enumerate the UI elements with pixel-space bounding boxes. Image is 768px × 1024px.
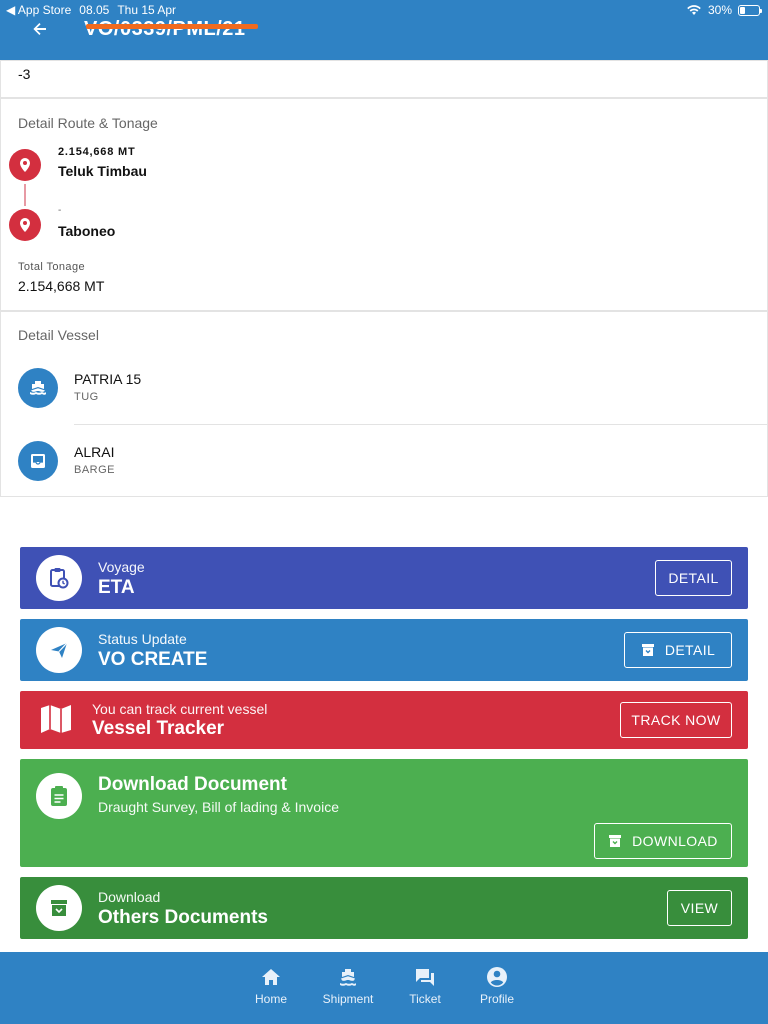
origin-name: Teluk Timbau (58, 163, 147, 179)
status-small-label: Status Update (98, 631, 187, 647)
origin-tonnage: 2.154,668 MT (58, 146, 136, 158)
nav-ticket-label: Ticket (409, 992, 441, 1006)
archive-download-icon (609, 835, 622, 847)
wifi-icon (687, 5, 701, 15)
ship-icon (340, 969, 356, 986)
download-document-card: Download Document Draught Survey, Bill o… (20, 759, 748, 867)
vessel-list-item[interactable]: PATRIA 15 TUG (1, 354, 768, 426)
vessel-tracker-card: You can track current vessel Vessel Trac… (20, 691, 748, 749)
battery-percent: 30% (707, 3, 732, 17)
status-detail-label: DETAIL (664, 642, 716, 658)
archive-icon (641, 644, 654, 656)
vessel-name: ALRAI (74, 444, 115, 460)
clipboard-list-icon (36, 773, 82, 819)
total-tonnage-value: 2.154,668 MT (18, 278, 105, 294)
others-documents-card: Download Others Documents VIEW (20, 877, 748, 939)
app-store-back-link[interactable]: ◀ App Store (6, 3, 71, 17)
vessel-type: TUG (74, 391, 99, 403)
account-icon (487, 967, 507, 987)
tracker-small-label: You can track current vessel (92, 701, 268, 717)
view-button[interactable]: VIEW (667, 890, 732, 926)
route-card: Detail Route & Tonage 2.154,668 MT Teluk… (0, 98, 768, 311)
vessel-type: BARGE (74, 464, 116, 476)
voyage-eta-card: Voyage ETA DETAIL (20, 547, 748, 609)
nav-ticket[interactable]: Ticket (390, 966, 460, 1006)
total-tonnage-label: Total Tonage (18, 261, 85, 273)
destination-pin-icon (9, 209, 41, 241)
vessel-section-label: Detail Vessel (18, 327, 99, 343)
others-big-label: Others Documents (98, 907, 268, 928)
status-detail-button[interactable]: DETAIL (624, 632, 732, 668)
map-icon (41, 705, 71, 733)
download-button[interactable]: DOWNLOAD (594, 823, 732, 859)
app-header: ◀ App Store 08.05 Thu 15 Apr 30% VO/0339… (0, 0, 768, 60)
back-arrow-icon[interactable] (32, 20, 48, 43)
home-icon (262, 969, 280, 985)
download-label: DOWNLOAD (632, 833, 718, 849)
status-time: 08.05 (79, 3, 110, 17)
clipboard-clock-icon (36, 555, 82, 601)
track-now-label: TRACK NOW (631, 712, 721, 728)
others-small-label: Download (98, 889, 161, 905)
chat-icon (416, 969, 434, 986)
battery-icon (738, 4, 762, 16)
inbox-icon (18, 441, 58, 481)
download-big-label: Download Document (98, 774, 287, 795)
bottom-navigation: Home Shipment Ticket Profile (0, 952, 768, 1024)
voyage-big-label: ETA (98, 577, 135, 598)
track-now-button[interactable]: TRACK NOW (620, 702, 732, 738)
vessel-list-item[interactable]: ALRAI BARGE (1, 427, 768, 497)
ship-icon (18, 368, 58, 408)
nav-home[interactable]: Home (236, 966, 306, 1006)
nav-profile[interactable]: Profile (462, 966, 532, 1006)
status-update-card: Status Update VO CREATE DETAIL (20, 619, 748, 681)
nav-shipment[interactable]: Shipment (313, 966, 383, 1006)
archive-box-icon (36, 885, 82, 931)
tracker-big-label: Vessel Tracker (92, 718, 225, 739)
voyage-small-label: Voyage (98, 559, 145, 575)
summary-card: -3 (0, 60, 768, 98)
download-small-label: Draught Survey, Bill of lading & Invoice (98, 799, 339, 815)
status-date: Thu 15 Apr (117, 3, 177, 17)
status-big-label: VO CREATE (98, 649, 208, 670)
destination-tonnage: - (58, 205, 62, 216)
view-label: VIEW (680, 900, 719, 916)
destination-name: Taboneo (58, 223, 116, 239)
route-section-label: Detail Route & Tonage (18, 115, 158, 131)
voyage-detail-button[interactable]: DETAIL (655, 560, 732, 596)
nav-shipment-label: Shipment (322, 992, 374, 1006)
vessel-name: PATRIA 15 (74, 371, 142, 387)
page-title: VO/0339/PML/21 (84, 18, 246, 40)
nav-profile-label: Profile (479, 992, 514, 1006)
voyage-detail-label: DETAIL (668, 570, 719, 586)
vessel-divider (74, 424, 768, 425)
status-bar: ◀ App Store 08.05 Thu 15 Apr 30% (0, 0, 768, 20)
vessel-card: Detail Vessel PATRIA 15 TUG ALRAI BARGE (0, 311, 768, 497)
nav-home-label: Home (254, 992, 287, 1006)
summary-value: -3 (18, 66, 31, 82)
redaction-mark (86, 24, 258, 29)
route-connector-line (24, 184, 26, 206)
send-icon (36, 627, 82, 673)
origin-pin-icon (9, 149, 41, 181)
